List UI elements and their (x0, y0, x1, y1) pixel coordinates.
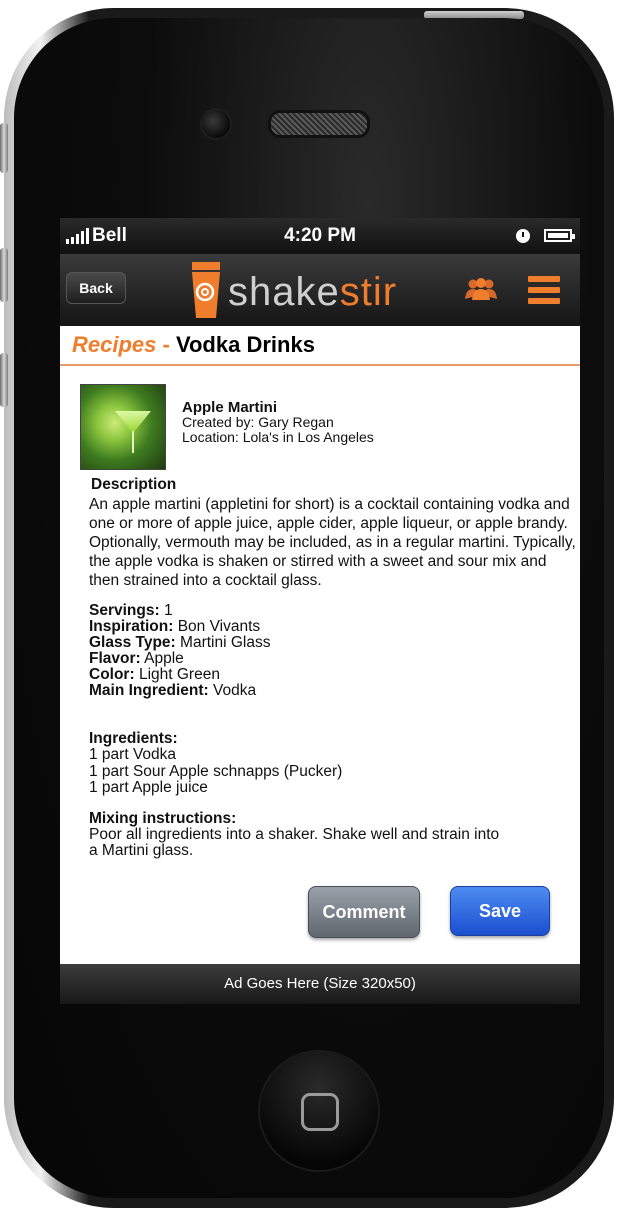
property-row: Servings: 1 (89, 602, 173, 619)
page-title-category: Vodka Drinks (175, 332, 315, 357)
ingredient-item: 1 part Apple juice (89, 779, 208, 796)
page-title-section: Recipes (72, 332, 157, 357)
nav-bar: Back shakestir (60, 254, 580, 326)
front-camera (200, 108, 232, 140)
ingredients-list: 1 part Vodka 1 part Sour Apple schnapps … (89, 746, 579, 797)
ingredients-heading: Ingredients: (89, 730, 178, 747)
property-row: Flavor: Apple (89, 650, 184, 667)
mixing-instructions: Poor all ingredients into a shaker. Shak… (89, 825, 500, 859)
logo-text-shake: shake (228, 270, 340, 314)
volume-down-button (0, 353, 8, 407)
recipe-author: Created by: Gary Regan (182, 414, 334, 430)
page-title: Recipes - Vodka Drinks (60, 326, 580, 366)
people-icon[interactable] (464, 278, 498, 300)
logo-text-stir: stir (339, 270, 398, 314)
recipe-content: Description An apple martini (appletini … (89, 476, 579, 860)
save-button[interactable]: Save (450, 886, 550, 936)
ad-banner[interactable]: Ad Goes Here (Size 320x50) (60, 964, 580, 1004)
ingredient-item: 1 part Sour Apple schnapps (Pucker) (89, 762, 343, 780)
mixing-heading: Mixing instructions: (89, 809, 237, 827)
recipe-location: Location: Lola's in Los Angeles (182, 429, 374, 445)
earpiece-speaker (268, 110, 370, 138)
description-heading: Description (91, 476, 177, 493)
app-screen: Bell 4:20 PM Back shakestir Recipes - Vo… (60, 218, 580, 1004)
home-button[interactable] (258, 1050, 380, 1172)
volume-up-button (0, 248, 8, 302)
page-title-separator: - (156, 332, 176, 357)
menu-icon[interactable] (528, 276, 560, 304)
recipe-properties: Servings: 1 Inspiration: Bon Vivants Gla… (89, 603, 579, 699)
battery-icon (544, 229, 575, 242)
shaker-icon (192, 262, 220, 318)
alarm-clock-icon (516, 229, 530, 243)
property-row: Color: Light Green (89, 666, 220, 683)
recipe-photo (80, 384, 166, 470)
mute-switch (0, 123, 8, 173)
ingredient-item: 1 part Vodka (89, 746, 177, 763)
property-row: Main Ingredient: Vodka (89, 682, 257, 699)
description-text: An apple martini (appletini for short) i… (89, 496, 576, 589)
recipe-name: Apple Martini (182, 399, 278, 416)
home-square-icon (301, 1093, 339, 1131)
property-row: Glass Type: Martini Glass (89, 634, 271, 651)
back-button[interactable]: Back (66, 272, 126, 304)
status-time: 4:20 PM (284, 225, 356, 246)
property-row: Inspiration: Bon Vivants (89, 618, 261, 635)
comment-button[interactable]: Comment (308, 886, 420, 938)
status-bar: Bell 4:20 PM (60, 218, 580, 254)
